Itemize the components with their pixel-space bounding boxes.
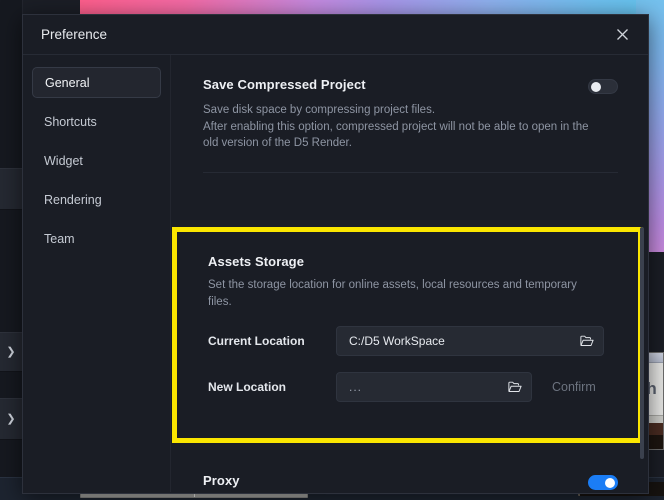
sidebar-item-widget[interactable]: Widget xyxy=(32,145,161,176)
sidebar-item-label: General xyxy=(45,75,90,90)
section-save-compressed-project: Save Compressed Project Save disk space … xyxy=(203,77,618,152)
sidebar-item-rendering[interactable]: Rendering xyxy=(32,184,161,215)
assets-storage-highlight-box: Assets Storage Set the storage location … xyxy=(172,227,643,443)
toggle-knob xyxy=(591,81,601,92)
new-location-value: ... xyxy=(349,380,363,395)
section-assets-storage: Assets Storage Set the storage location … xyxy=(177,232,638,403)
sidebar: General Shortcuts Widget Rendering Team xyxy=(23,55,171,492)
section-proxy: Proxy Network proxy settings xyxy=(203,473,618,492)
section-description: Set the storage location for online asse… xyxy=(208,279,577,308)
section-title: Assets Storage xyxy=(208,254,305,269)
sidebar-item-team[interactable]: Team xyxy=(32,223,161,254)
background-left-expander-1[interactable]: ❯ xyxy=(0,332,22,372)
sidebar-item-shortcuts[interactable]: Shortcuts xyxy=(32,106,161,137)
sidebar-item-general[interactable]: General xyxy=(32,67,161,98)
close-icon xyxy=(616,29,628,40)
chevron-right-icon: ❯ xyxy=(6,412,16,425)
current-location-value: C:/D5 WorkSpace xyxy=(349,334,445,349)
sidebar-item-label: Widget xyxy=(44,153,83,168)
sidebar-item-label: Rendering xyxy=(44,192,102,207)
chevron-right-icon: ❯ xyxy=(6,345,16,358)
proxy-toggle[interactable] xyxy=(588,475,618,490)
sidebar-item-label: Team xyxy=(44,231,75,246)
dialog-body: General Shortcuts Widget Rendering Team xyxy=(23,55,648,492)
current-location-label: Current Location xyxy=(208,334,305,349)
section-divider xyxy=(203,172,618,174)
new-location-label: New Location xyxy=(208,380,287,395)
current-location-input[interactable]: C:/D5 WorkSpace xyxy=(336,326,604,357)
toggle-knob xyxy=(605,477,615,488)
save-compressed-project-toggle[interactable] xyxy=(588,79,618,94)
background-left-panel-top xyxy=(0,168,22,210)
current-location-row: Current Location C:/D5 WorkSpace xyxy=(208,326,612,357)
preference-dialog: Preference General Shortcuts Widget Rend… xyxy=(22,14,649,494)
confirm-button[interactable]: Confirm xyxy=(552,380,596,394)
folder-open-icon[interactable] xyxy=(508,381,522,393)
page-title: Preference xyxy=(41,27,108,42)
section-title: Proxy xyxy=(203,473,240,488)
new-location-input[interactable]: ... xyxy=(336,372,532,403)
folder-open-icon[interactable] xyxy=(580,335,594,347)
background-left-expander-2[interactable]: ❯ xyxy=(0,398,22,440)
content-scrollbar-thumb[interactable] xyxy=(640,227,644,459)
section-description: Save disk space by compressing project f… xyxy=(203,104,589,150)
new-location-row: New Location ... Confirm xyxy=(208,372,612,403)
background-gradient-banner xyxy=(80,0,664,14)
close-button[interactable] xyxy=(610,23,634,47)
sidebar-item-label: Shortcuts xyxy=(44,114,97,129)
settings-content: Save Compressed Project Save disk space … xyxy=(171,55,648,492)
dialog-header: Preference xyxy=(23,15,648,55)
section-title: Save Compressed Project xyxy=(203,77,366,92)
